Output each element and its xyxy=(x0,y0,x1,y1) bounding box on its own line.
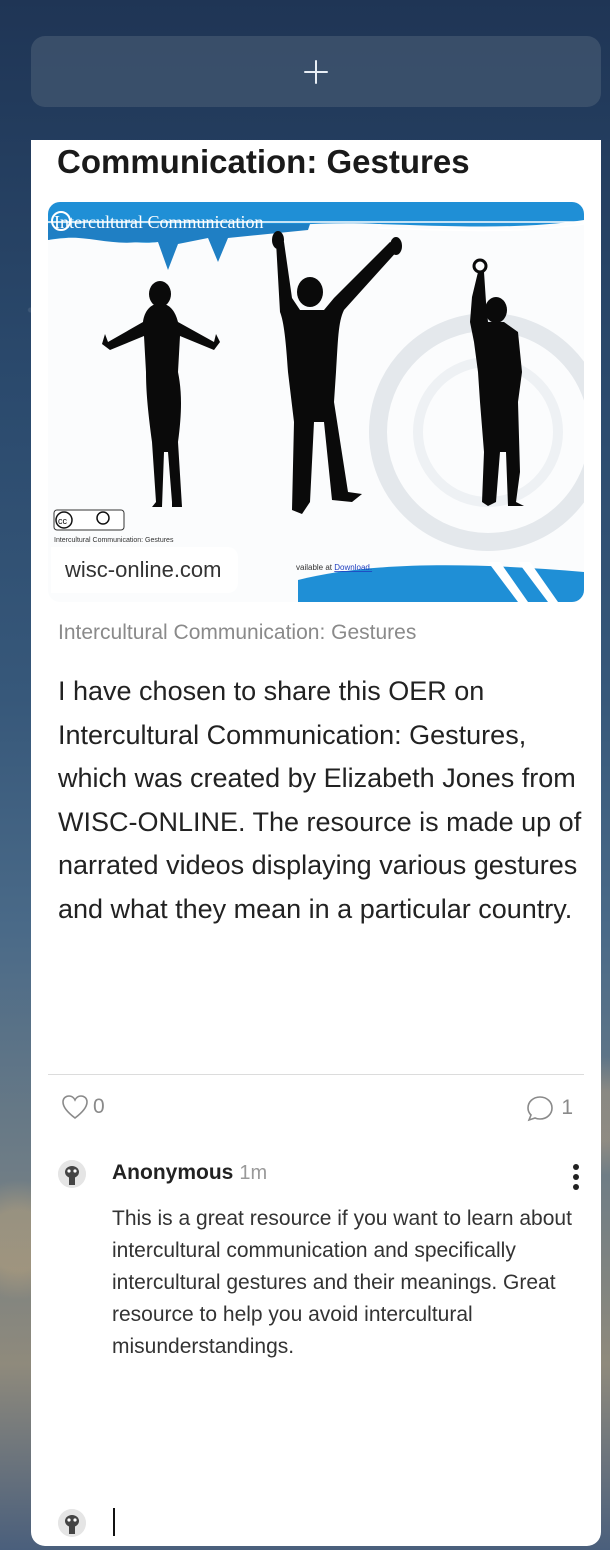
post-body: I have chosen to share this OER on Inter… xyxy=(58,676,582,924)
source-domain-chip: wisc-online.com xyxy=(51,547,238,593)
silhouette-ok-sign xyxy=(470,258,524,506)
reply-input[interactable] xyxy=(58,1506,578,1546)
link-preview-image[interactable]: Intercultural Communication cc Intercult… xyxy=(48,202,584,602)
link-title[interactable]: Intercultural Communication: Gestures xyxy=(58,621,416,645)
comment-button[interactable]: 1 xyxy=(525,1094,573,1122)
text-cursor xyxy=(113,1508,115,1536)
svg-text:Intercultural Communication: Intercultural Communication xyxy=(54,212,263,232)
divider xyxy=(48,1074,584,1075)
post-title: Communication: Gestures xyxy=(57,143,470,180)
svg-text:Intercultural Communication: G: Intercultural Communication: Gestures xyxy=(54,537,174,544)
more-options-icon[interactable] xyxy=(570,1162,582,1192)
avatar xyxy=(58,1160,86,1188)
like-count: 0 xyxy=(93,1095,105,1118)
comment-bubble-icon xyxy=(527,1096,554,1122)
reply-avatar xyxy=(58,1509,86,1537)
comment-time: 1m xyxy=(239,1162,268,1184)
like-button[interactable]: 0 xyxy=(61,1094,105,1120)
plus-icon xyxy=(304,59,328,84)
heart-icon xyxy=(62,1095,88,1120)
banner-text: Intercultural Communication xyxy=(54,212,263,232)
silhouette-shrug xyxy=(102,281,220,507)
comment-author-line: Anonymous 1m xyxy=(112,1161,267,1185)
add-post-button[interactable] xyxy=(31,36,601,107)
svg-text:cc: cc xyxy=(58,516,68,526)
comment-text: This is a great resource if you want to … xyxy=(112,1207,572,1358)
post-card: Communication: Gestures Intercultural Co… xyxy=(31,140,601,1546)
license-caption: Intercultural Communication: Gestures xyxy=(54,537,174,544)
comment-count: 1 xyxy=(561,1096,573,1119)
comment-author: Anonymous xyxy=(112,1161,234,1184)
svg-text:vailable at Download.: vailable at Download. xyxy=(296,563,372,572)
